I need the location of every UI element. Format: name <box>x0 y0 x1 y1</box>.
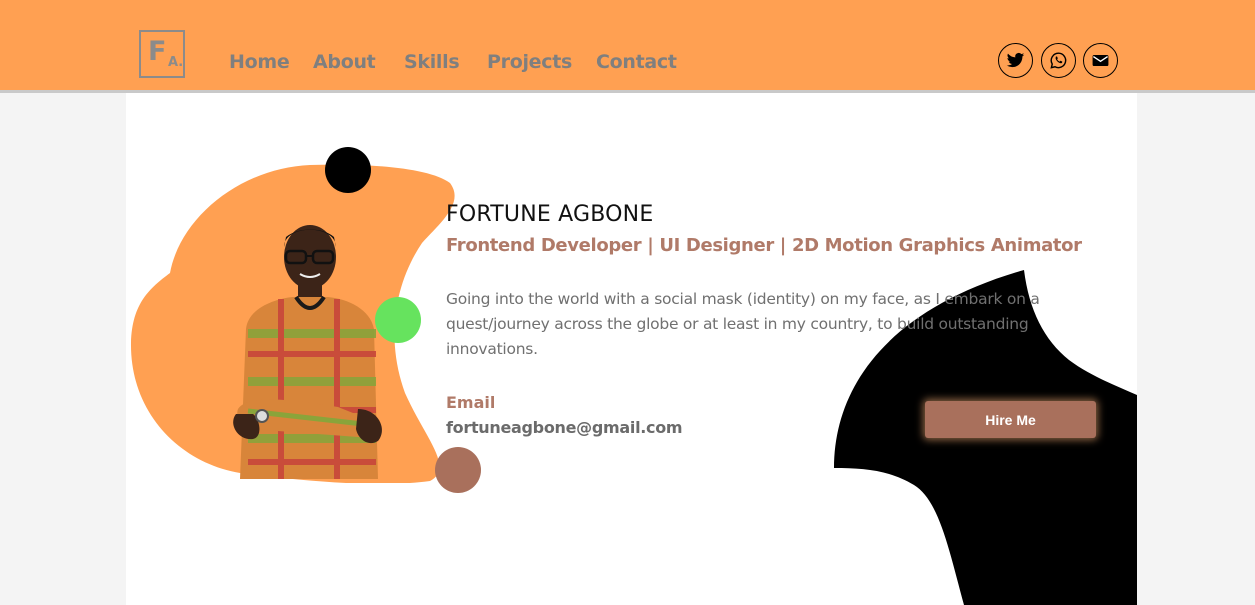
profile-role: Frontend Developer | UI Designer | 2D Mo… <box>446 235 1082 256</box>
email-link[interactable] <box>1083 43 1118 78</box>
site-header: F A. Home About Skills Projects Contact <box>0 0 1255 93</box>
green-circle-decoration <box>375 297 421 343</box>
nav-skills[interactable]: Skills <box>404 48 460 76</box>
whatsapp-icon <box>1050 52 1067 69</box>
nav-contact[interactable]: Contact <box>596 48 677 76</box>
nav-projects[interactable]: Projects <box>487 48 572 76</box>
profile-name: FORTUNE AGBONE <box>446 202 654 227</box>
twitter-link[interactable] <box>998 43 1033 78</box>
whatsapp-link[interactable] <box>1041 43 1076 78</box>
black-circle-decoration <box>325 147 371 193</box>
logo[interactable]: F A. <box>139 30 185 78</box>
email-label: Email <box>446 393 496 412</box>
nav-home[interactable]: Home <box>229 48 290 76</box>
profile-bio: Going into the world with a social mask … <box>446 290 1040 358</box>
envelope-icon <box>1092 54 1109 67</box>
profile-photo <box>233 225 382 479</box>
nav-about[interactable]: About <box>313 48 376 76</box>
brown-circle-decoration <box>435 447 481 493</box>
logo-letter-a: A. <box>168 55 184 70</box>
email-address[interactable]: fortuneagbone@gmail.com <box>446 416 683 440</box>
hire-me-button[interactable]: Hire Me <box>925 401 1096 438</box>
twitter-icon <box>1006 52 1025 68</box>
logo-letter-f: F <box>148 36 167 67</box>
hero-card: FORTUNE AGBONE Frontend Developer | UI D… <box>126 93 1137 605</box>
